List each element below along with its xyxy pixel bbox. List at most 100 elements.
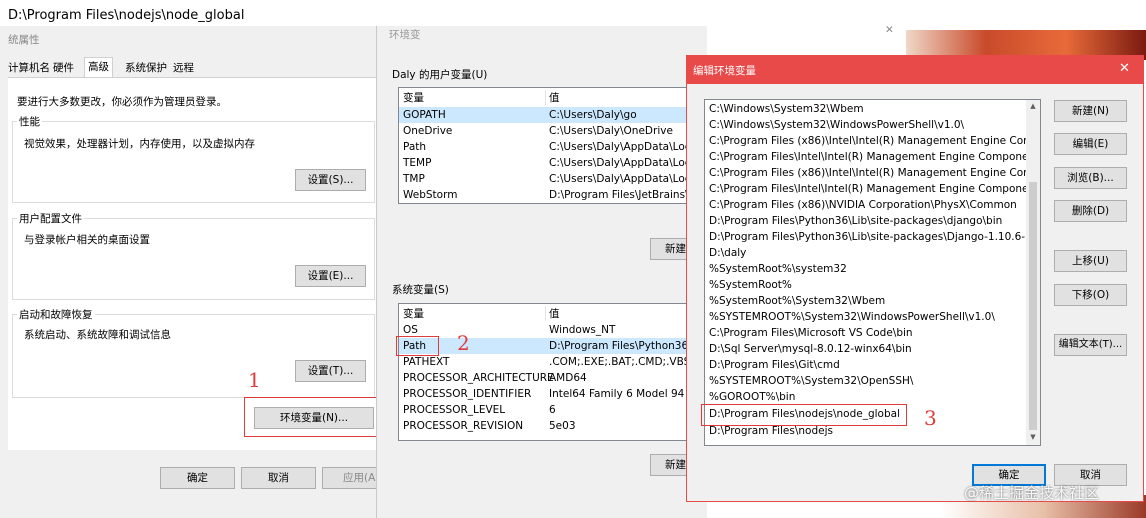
env-dialog-title: 环境变 [389, 29, 421, 41]
col-divider [545, 306, 546, 321]
browse-button[interactable]: 浏览(B)... [1054, 167, 1127, 189]
list-item[interactable]: %SYSTEMROOT%\System32\WindowsPowerShell\… [709, 309, 995, 325]
new-entry-button[interactable]: 新建(N) [1054, 100, 1127, 122]
var-name: PROCESSOR_IDENTIFIER [403, 388, 532, 400]
table-row[interactable]: PROCESSOR_ARCHITECTURE AMD64 [399, 370, 697, 386]
var-name: Path [403, 141, 427, 153]
ok-button[interactable]: 确定 [160, 467, 235, 489]
move-up-button[interactable]: 上移(U) [1054, 250, 1127, 272]
scrollbar[interactable]: ▲ ▼ [1026, 100, 1040, 445]
list-item[interactable]: C:\Program Files (x86)\NVIDIA Corporatio… [709, 197, 1017, 213]
var-name: GOPATH [403, 109, 446, 121]
user-profile-desc: 与登录帐户相关的桌面设置 [24, 234, 150, 246]
path-entries-list[interactable]: C:\Windows\System32\Wbem C:\Windows\Syst… [704, 99, 1041, 446]
tab-advanced[interactable]: 高级 [84, 57, 113, 78]
close-icon[interactable]: ✕ [1119, 61, 1130, 76]
annotation-number-3: 3 [924, 406, 937, 430]
list-item[interactable]: D:\Sql Server\mysql-8.0.12-winx64\bin [709, 341, 912, 357]
top-path-caption: D:\Program Files\nodejs\node_global [8, 8, 245, 23]
var-name: OneDrive [403, 125, 453, 137]
list-item[interactable]: %SystemRoot% [709, 277, 792, 293]
table-row[interactable]: Path C:\Users\Daly\AppData\Loca [399, 139, 697, 155]
list-item[interactable]: %SystemRoot%\System32\Wbem [709, 293, 885, 309]
tab-system-protection[interactable]: 系统保护 [122, 60, 170, 77]
tab-computer-name[interactable]: 计算机名 [5, 60, 53, 77]
edit-dialog-titlebar: 编辑环境变量 ✕ [687, 56, 1143, 84]
col-header-value: 值 [549, 308, 560, 320]
var-name: WebStorm [403, 189, 458, 201]
admin-note: 要进行大多数更改，你必须作为管理员登录。 [17, 96, 227, 108]
var-value: C:\Users\Daly\OneDrive [549, 125, 673, 137]
apply-button[interactable]: 应用(A [322, 467, 380, 489]
list-item[interactable]: C:\Program Files (x86)\Intel\Intel(R) Ma… [709, 133, 1040, 149]
list-item[interactable]: %GOROOT%\bin [709, 389, 795, 405]
var-value: C:\Users\Daly\AppData\Loca [549, 157, 697, 169]
list-item[interactable]: D:\Program Files\Python36\Lib\site-packa… [709, 229, 1040, 245]
list-item[interactable]: D:\Program Files\Git\cmd [709, 357, 840, 373]
annotation-box-1 [244, 397, 385, 437]
table-row[interactable]: OS Windows_NT [399, 322, 697, 338]
startup-recovery-desc: 系统启动、系统故障和调试信息 [24, 329, 171, 341]
var-name: TEMP [403, 157, 432, 169]
list-item[interactable]: C:\Program Files (x86)\Intel\Intel(R) Ma… [709, 165, 1040, 181]
table-row[interactable]: PROCESSOR_LEVEL 6 [399, 402, 697, 418]
tab-remote[interactable]: 远程 [170, 60, 197, 77]
var-value: 6 [549, 404, 556, 416]
tab-hardware[interactable]: 硬件 [50, 60, 77, 77]
edit-text-button[interactable]: 编辑文本(T)... [1054, 334, 1127, 356]
var-value: Windows_NT [549, 324, 616, 336]
table-row[interactable]: Path D:\Program Files\Python36\S [399, 338, 698, 354]
dialog-title: 统属性 [8, 34, 40, 46]
var-name: TMP [403, 173, 425, 185]
table-row[interactable]: OneDrive C:\Users\Daly\OneDrive [399, 123, 697, 139]
table-row[interactable]: TEMP C:\Users\Daly\AppData\Loca [399, 155, 697, 171]
var-value: .COM;.EXE;.BAT;.CMD;.VBS;.V [549, 356, 698, 368]
delete-entry-button[interactable]: 删除(D) [1054, 200, 1127, 222]
list-item[interactable]: C:\Program Files\Microsoft VS Code\bin [709, 325, 913, 341]
edit-entry-button[interactable]: 编辑(E) [1054, 133, 1127, 155]
list-item[interactable]: C:\Windows\System32\Wbem [709, 101, 864, 117]
scroll-up-icon[interactable]: ▲ [1027, 102, 1039, 110]
table-row[interactable]: TMP C:\Users\Daly\AppData\Loca [399, 171, 697, 187]
watermark: @稀土掘金技术社区 [964, 484, 1100, 502]
var-value: Intel64 Family 6 Model 94 St [549, 388, 698, 400]
var-value: D:\Program Files\Python36\S [549, 340, 698, 352]
startup-recovery-title: 启动和故障恢复 [17, 307, 95, 322]
table-row[interactable]: GOPATH C:\Users\Daly\go [399, 107, 697, 123]
user-variables-list[interactable]: 变量 值 GOPATH C:\Users\Daly\go OneDrive C:… [398, 87, 698, 204]
var-name: PROCESSOR_ARCHITECTURE [403, 372, 554, 384]
var-value: 5e03 [549, 420, 576, 432]
col-header-value: 值 [549, 92, 560, 104]
var-name: PROCESSOR_REVISION [403, 420, 524, 432]
table-row[interactable]: PROCESSOR_REVISION 5e03 [399, 418, 697, 434]
list-item[interactable]: C:\Program Files\Intel\Intel(R) Manageme… [709, 149, 1040, 165]
close-icon[interactable]: ✕ [885, 24, 894, 36]
list-item[interactable]: %SystemRoot%\system32 [709, 261, 847, 277]
list-item[interactable]: C:\Windows\System32\WindowsPowerShell\v1… [709, 117, 964, 133]
col-header-variable: 变量 [403, 308, 424, 320]
table-row[interactable]: PATHEXT .COM;.EXE;.BAT;.CMD;.VBS;.V [399, 354, 698, 370]
move-down-button[interactable]: 下移(O) [1054, 284, 1127, 306]
performance-desc: 视觉效果，处理器计划，内存使用，以及虚拟内存 [24, 138, 255, 150]
table-row[interactable]: WebStorm D:\Program Files\JetBrains\W [399, 187, 698, 203]
scroll-down-icon[interactable]: ▼ [1027, 433, 1039, 441]
annotation-box-3 [701, 404, 907, 426]
list-item[interactable]: C:\Program Files\Intel\Intel(R) Manageme… [709, 181, 1040, 197]
var-name: PATHEXT [403, 356, 450, 368]
performance-settings-button[interactable]: 设置(S)... [295, 169, 366, 191]
system-variables-label: 系统变量(S) [392, 284, 449, 296]
list-item[interactable]: D:\daly [709, 245, 746, 261]
var-value: D:\Program Files\JetBrains\W [549, 189, 698, 201]
table-row[interactable]: PROCESSOR_IDENTIFIER Intel64 Family 6 Mo… [399, 386, 698, 402]
startup-settings-button[interactable]: 设置(T)... [295, 360, 366, 382]
scrollbar-thumb[interactable] [1029, 182, 1037, 430]
col-header-variable: 变量 [403, 92, 424, 104]
user-profile-settings-button[interactable]: 设置(E)... [295, 265, 366, 287]
user-variables-label: Daly 的用户变量(U) [392, 69, 488, 81]
system-variables-list[interactable]: 变量 值 OS Windows_NT Path D:\Program Files… [398, 303, 698, 441]
annotation-box-2 [396, 336, 439, 356]
cancel-button[interactable]: 取消 [241, 467, 316, 489]
var-value: C:\Users\Daly\AppData\Loca [549, 141, 697, 153]
list-item[interactable]: D:\Program Files\Python36\Lib\site-packa… [709, 213, 1002, 229]
list-item[interactable]: %SYSTEMROOT%\System32\OpenSSH\ [709, 373, 913, 389]
